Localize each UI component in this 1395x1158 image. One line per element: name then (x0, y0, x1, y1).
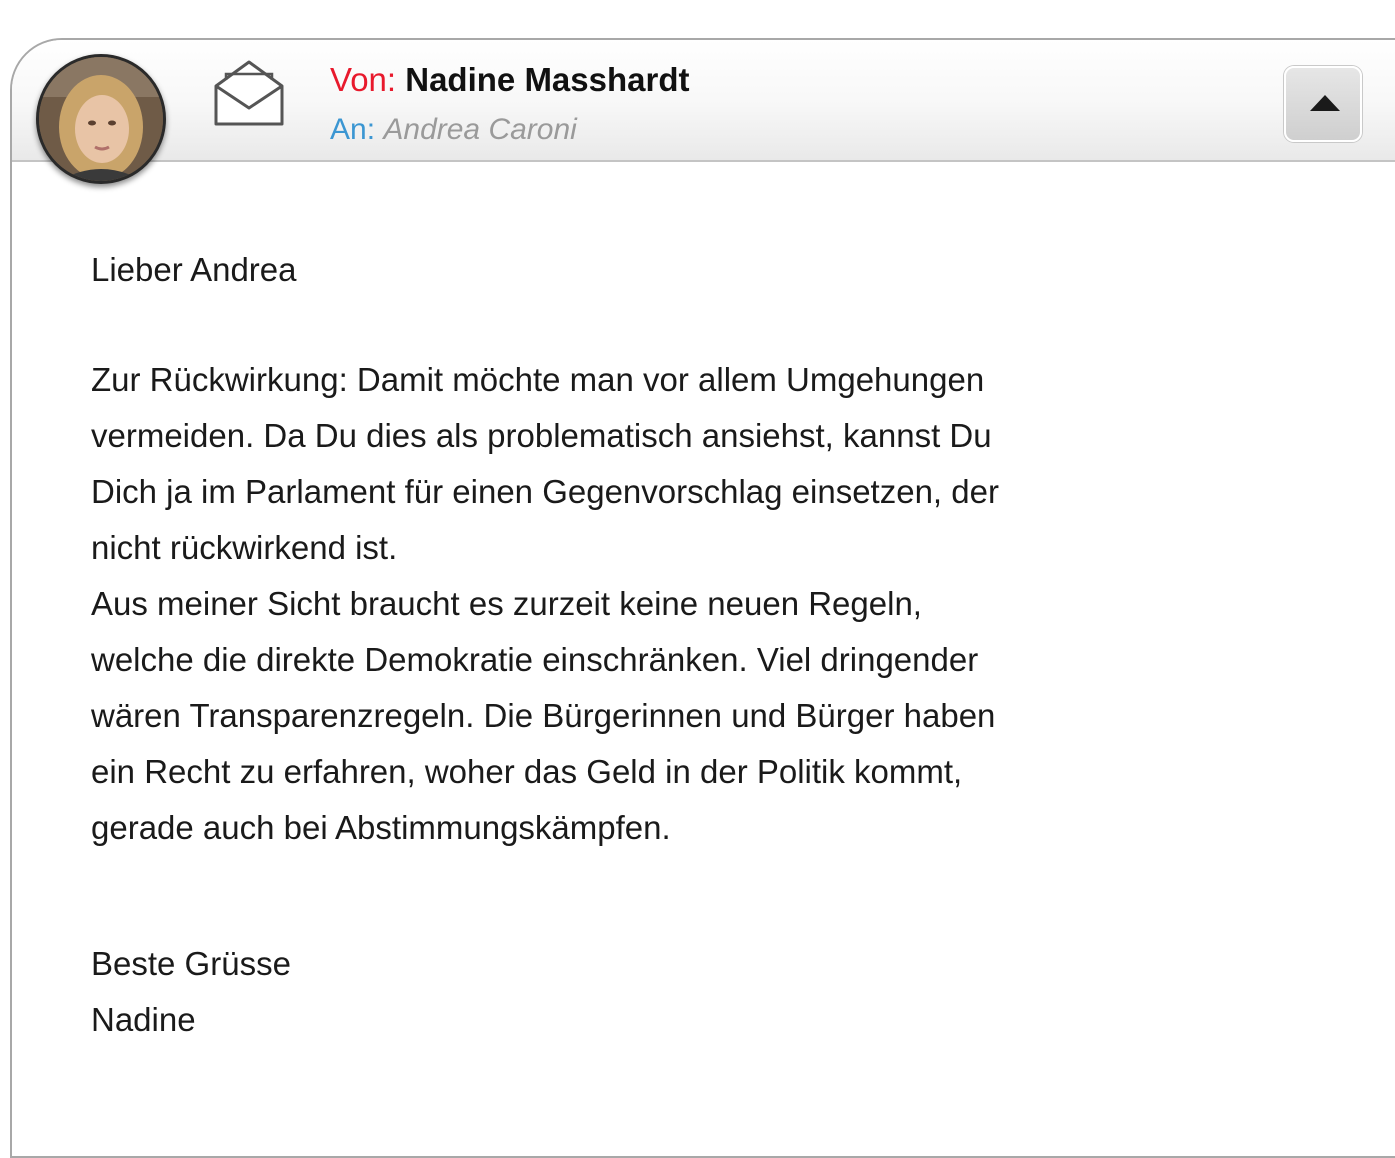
sender-avatar (36, 54, 166, 184)
body-line: vermeiden. Da Du dies als problematisch … (91, 417, 992, 454)
recipient-line: An: Andrea Caroni (330, 110, 577, 150)
closing: Beste Grüsse (91, 945, 291, 982)
body-line: Zur Rückwirkung: Damit möchte man vor al… (91, 361, 985, 398)
signature: Nadine (91, 1001, 196, 1038)
to-label: An: (330, 113, 376, 146)
sender-name: Nadine Masshardt (405, 61, 690, 98)
message-body: Lieber Andrea Zur Rückwirkung: Damit möc… (91, 242, 1191, 1048)
recipient-name: Andrea Caroni (383, 113, 577, 146)
open-envelope-icon (212, 56, 286, 130)
body-line: Aus meiner Sicht braucht es zurzeit kein… (91, 585, 922, 622)
from-label: Von: (330, 61, 397, 98)
sender-line: Von: Nadine Masshardt (330, 60, 690, 100)
greeting: Lieber Andrea (91, 251, 297, 288)
body-line: nicht rückwirkend ist. (91, 529, 398, 566)
body-line: Dich ja im Parlament für einen Gegenvors… (91, 473, 999, 510)
triangle-up-icon (1310, 95, 1340, 111)
body-line: ein Recht zu erfahren, woher das Geld in… (91, 753, 963, 790)
body-line: wären Transparenzregeln. Die Bürgerinnen… (91, 697, 996, 734)
body-line: gerade auch bei Abstimmungskämpfen. (91, 809, 671, 846)
body-line: welche die direkte Demokratie einschränk… (91, 641, 979, 678)
collapse-button[interactable] (1284, 66, 1362, 142)
